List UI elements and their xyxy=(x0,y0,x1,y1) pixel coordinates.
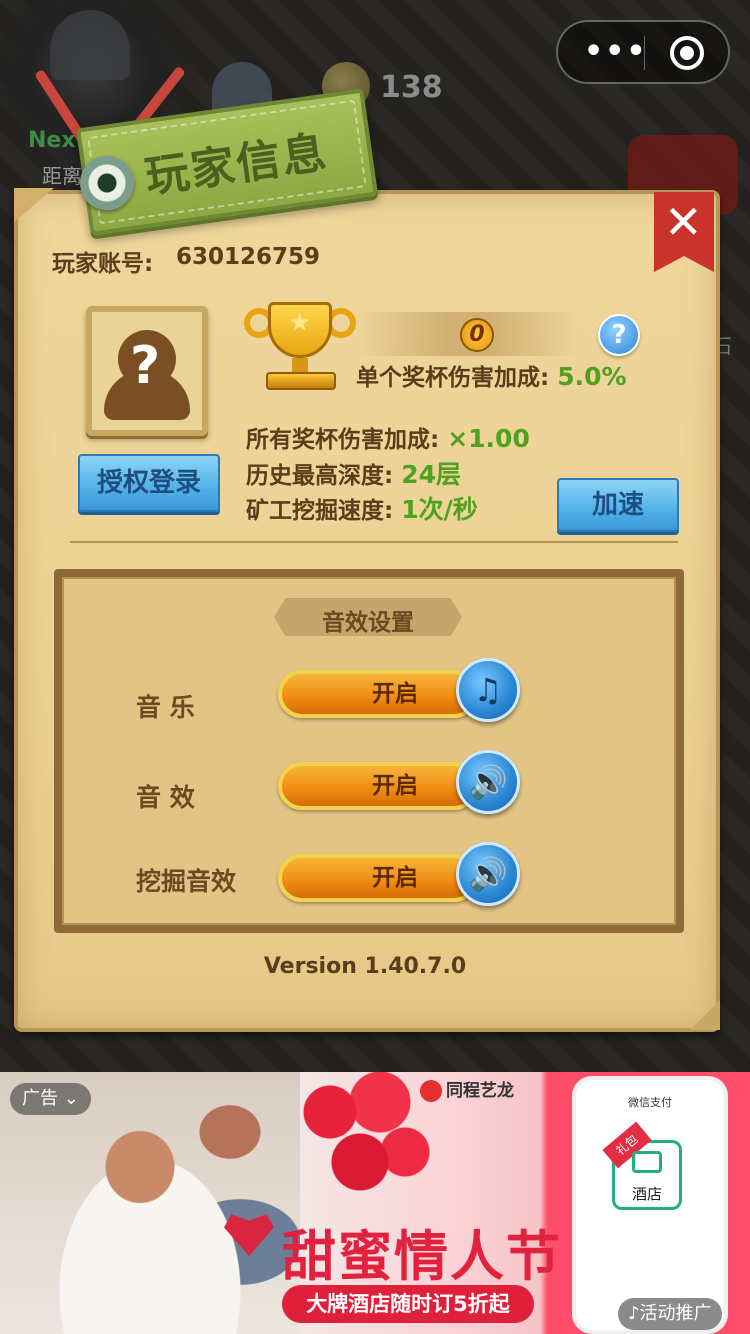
ad-headline: 甜蜜情人节 xyxy=(282,1225,562,1288)
ad-subline: 大牌酒店随时订5折起 xyxy=(282,1285,534,1323)
bed-icon xyxy=(632,1151,662,1173)
max-depth-value: 24层 xyxy=(401,460,462,489)
question-mark-icon: ? xyxy=(130,336,161,396)
distance-label: 距离 xyxy=(42,164,82,188)
all-cup-label: 所有奖杯伤害加成: xyxy=(246,427,440,453)
gift-label: 酒店 xyxy=(631,1185,662,1203)
single-cup-value: 5.0% xyxy=(557,362,627,391)
speed-up-button[interactable]: 加速 xyxy=(557,478,679,532)
help-icon[interactable]: ? xyxy=(598,314,640,356)
dig-sfx-toggle[interactable]: 开启 xyxy=(278,854,478,902)
mining-speed-label: 矿工挖掘速度: xyxy=(246,498,394,524)
sound-settings-title: 音效设置 xyxy=(322,610,414,636)
account-label: 玩家账号: xyxy=(52,251,154,277)
coin-count: 138 xyxy=(380,70,443,105)
target-circle-icon[interactable] xyxy=(670,36,704,70)
balloons-icon xyxy=(300,1072,430,1232)
all-cup-value: ×1.00 xyxy=(447,424,530,453)
music-label: 音 乐 xyxy=(136,693,195,722)
panel-corner-fold-bottom xyxy=(690,1000,720,1030)
brand-logo-icon xyxy=(420,1080,442,1102)
music-note-icon[interactable]: ♫ xyxy=(456,658,520,722)
speaker-icon[interactable]: 🔊 xyxy=(456,750,520,814)
ad-tag[interactable]: 广告 ⌄ xyxy=(10,1083,91,1115)
divider xyxy=(70,541,678,543)
music-toggle[interactable]: 开启 xyxy=(278,670,478,718)
miniprogram-capsule: ••• xyxy=(556,20,730,84)
phone-title: 微信支付 xyxy=(628,1096,672,1109)
max-depth: 历史最高深度: 24层 xyxy=(246,455,461,491)
mining-speed-value: 1次/秒 xyxy=(401,495,478,524)
panel-corner-fold xyxy=(14,188,54,222)
star-icon: ★ xyxy=(288,308,312,338)
mining-speed: 矿工挖掘速度: 1次/秒 xyxy=(246,490,478,526)
hotel-gift-card: 礼包 酒店 xyxy=(602,1121,682,1210)
dig-sfx-label: 挖掘音效 xyxy=(136,867,237,896)
all-cup-bonus: 所有奖杯伤害加成: ×1.00 xyxy=(246,420,530,454)
ad-brand: 同程艺龙 xyxy=(420,1076,514,1102)
trophy-base xyxy=(266,372,336,390)
more-dots-icon[interactable]: ••• xyxy=(584,37,648,67)
capsule-divider xyxy=(644,36,645,70)
sfx-label: 音 效 xyxy=(136,783,195,812)
single-cup-bonus: 单个奖杯伤害加成: 5.0% xyxy=(356,358,627,392)
trophy-icon: ★ xyxy=(240,300,360,392)
promo-label[interactable]: ♪活动推广 xyxy=(618,1298,722,1330)
avatar: ? xyxy=(86,306,208,436)
ad-brand-name: 同程艺龙 xyxy=(446,1081,514,1101)
close-x-icon: ✕ xyxy=(664,195,703,249)
single-cup-label: 单个奖杯伤害加成: xyxy=(356,365,550,391)
chevron-down-icon: ⌄ xyxy=(63,1088,79,1109)
authorize-login-button[interactable]: 授权登录 xyxy=(78,454,220,512)
sfx-toggle[interactable]: 开启 xyxy=(278,762,478,810)
ad-tag-label: 广告 xyxy=(22,1088,58,1109)
ad-phone-mockup: 微信支付 礼包 酒店 xyxy=(572,1076,728,1334)
tag-ring-icon xyxy=(80,156,134,210)
max-depth-label: 历史最高深度: xyxy=(246,463,394,489)
account-value: 630126759 xyxy=(176,244,321,270)
helmet-icon xyxy=(50,10,130,80)
speaker-icon[interactable]: 🔊 xyxy=(456,842,520,906)
version-label: Version 1.40.7.0 xyxy=(263,954,467,979)
cup-count-badge: 0 xyxy=(460,318,494,352)
